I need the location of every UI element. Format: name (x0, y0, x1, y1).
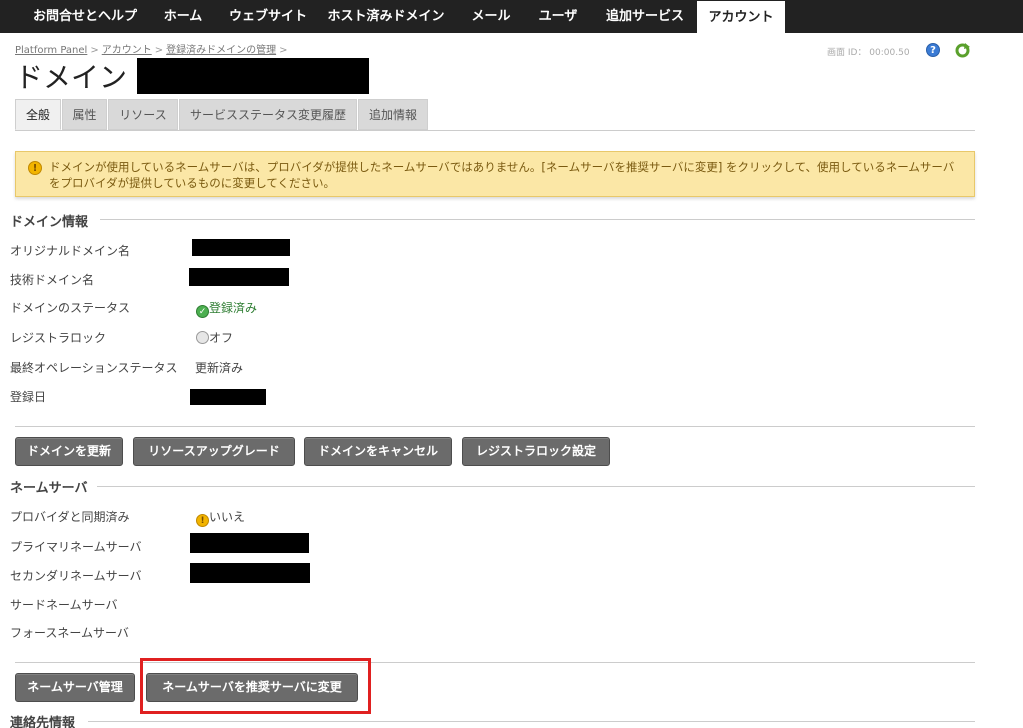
synced-value: ! いいえ (196, 508, 245, 527)
divider (88, 721, 975, 722)
divider (100, 219, 975, 220)
redacted-value (190, 563, 310, 583)
redacted-domain-name (137, 58, 369, 94)
warning-banner: ! ドメインが使用しているネームサーバは、プロバイダが提供したネームサーバではあ… (15, 151, 975, 197)
label-third-ns: サードネームサーバ (10, 598, 118, 612)
registrar-lock-settings-button[interactable]: レジストラロック設定 (462, 437, 610, 466)
domain-status-value: ✓ 登録済み (196, 299, 257, 318)
divider (97, 486, 975, 487)
registrar-lock-value: オフ (196, 329, 233, 346)
nav-item-hosted-domains[interactable]: ホスト済みドメイン (322, 0, 450, 33)
redacted-value (190, 389, 266, 405)
cancel-domain-button[interactable]: ドメインをキャンセル (304, 437, 452, 466)
off-circle-icon (196, 331, 209, 344)
warning-text: ドメインが使用しているネームサーバは、プロバイダが提供したネームサーバではありま… (49, 160, 955, 190)
screen-id: 画面 ID： 00:00.50 (827, 48, 910, 58)
last-operation-value: 更新済み (195, 361, 244, 375)
nav-item-users[interactable]: ユーザ (528, 0, 588, 33)
divider (15, 426, 975, 427)
nav-item-home[interactable]: ホーム (152, 0, 214, 33)
tab-service-status-history[interactable]: サービスステータス変更履歴 (179, 99, 357, 130)
page-title: ドメイン (15, 61, 128, 94)
breadcrumb-platform-panel[interactable]: Platform Panel (15, 45, 87, 56)
label-last-operation: 最終オペレーションステータス (10, 361, 178, 375)
redacted-value (190, 533, 309, 553)
label-synced: プロバイダと同期済み (10, 510, 130, 524)
label-original-domain: オリジナルドメイン名 (10, 244, 131, 258)
tabs-divider (15, 130, 975, 131)
label-fourth-ns: フォースネームサーバ (10, 626, 129, 640)
tab-attributes[interactable]: 属性 (62, 99, 107, 130)
tab-general[interactable]: 全般 (15, 99, 61, 130)
label-domain-status: ドメインのステータス (10, 301, 131, 315)
highlight-box (140, 658, 371, 714)
tab-additional-info[interactable]: 追加情報 (358, 99, 428, 130)
help-icon[interactable]: ? (926, 43, 940, 57)
nav-item-help[interactable]: お問合せとヘルプ (24, 0, 146, 33)
contact-info-title: 連絡先情報 (10, 716, 76, 728)
nav-item-additional-services[interactable]: 追加サービス (596, 0, 694, 33)
nav-item-mail[interactable]: メール (462, 0, 520, 33)
breadcrumb: Platform Panel > アカウント > 登録済みドメインの管理 > (15, 45, 288, 56)
label-primary-ns: プライマリネームサーバ (10, 540, 142, 554)
warning-icon: ! (196, 514, 209, 527)
nav-item-website[interactable]: ウェブサイト (222, 0, 314, 33)
breadcrumb-registered-domains[interactable]: 登録済みドメインの管理 (166, 45, 276, 56)
warning-icon: ! (28, 161, 42, 175)
nav-item-account[interactable]: アカウント (697, 1, 785, 33)
redacted-value (189, 268, 289, 286)
upgrade-resources-button[interactable]: リソースアップグレード (133, 437, 295, 466)
label-registrar-lock: レジストラロック (10, 331, 107, 345)
breadcrumb-account[interactable]: アカウント (102, 45, 152, 56)
top-nav: お問合せとヘルプ ホーム ウェブサイト ホスト済みドメイン メール ユーザ 追加… (0, 0, 1023, 33)
check-icon: ✓ (196, 305, 209, 318)
tab-resources[interactable]: リソース (108, 99, 178, 130)
domain-info-title: ドメイン情報 (10, 215, 89, 230)
nameservers-title: ネームサーバ (10, 481, 88, 496)
refresh-icon[interactable] (954, 42, 971, 59)
label-secondary-ns: セカンダリネームサーバ (10, 569, 142, 583)
renew-domain-button[interactable]: ドメインを更新 (15, 437, 123, 466)
redacted-value (192, 239, 290, 256)
label-registered-date: 登録日 (10, 390, 47, 404)
manage-nameservers-button[interactable]: ネームサーバ管理 (15, 673, 135, 702)
label-tech-domain: 技術ドメイン名 (10, 273, 95, 287)
